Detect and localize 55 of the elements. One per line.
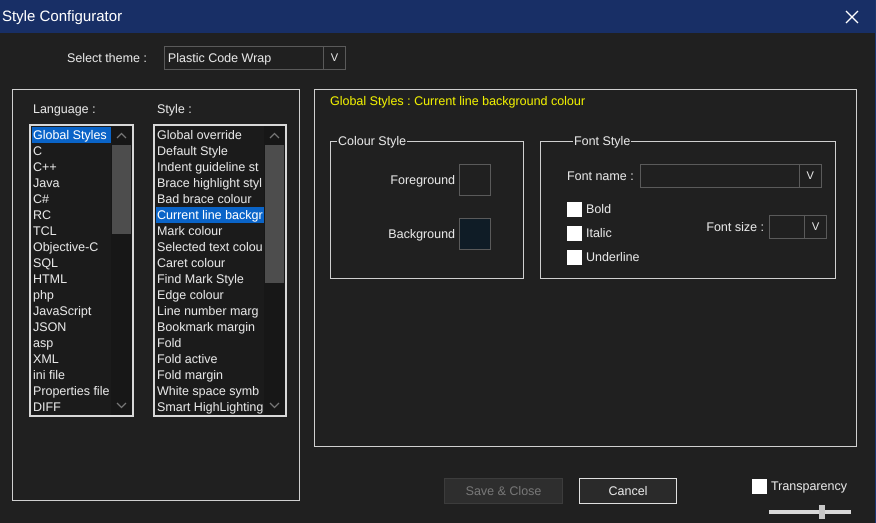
- list-item[interactable]: asp: [32, 335, 111, 351]
- list-item[interactable]: Find Mark Style: [156, 271, 264, 287]
- details-heading: Global Styles : Current line background colour: [330, 94, 585, 108]
- list-item[interactable]: HTML: [32, 271, 111, 287]
- list-item[interactable]: ini file: [32, 367, 111, 383]
- swatch-label: Background: [388, 227, 455, 241]
- list-item[interactable]: JSON: [32, 319, 111, 335]
- list-item[interactable]: php: [32, 287, 111, 303]
- list-label: Language :: [33, 102, 97, 118]
- font-size-dropdown[interactable]: V: [769, 215, 827, 239]
- group-title: Font Style: [573, 134, 632, 148]
- checkbox-label: Transparency: [771, 479, 847, 493]
- list-item[interactable]: Fold margin: [156, 367, 264, 383]
- swatch-label: Foreground: [390, 173, 455, 187]
- list-item[interactable]: RC: [32, 207, 111, 223]
- list-label: Style :: [157, 102, 193, 118]
- list-item[interactable]: Edge colour: [156, 287, 264, 303]
- checkbox-label: Bold: [586, 202, 612, 216]
- list-item[interactable]: Fold active: [156, 351, 264, 367]
- list-item[interactable]: Java: [32, 175, 111, 191]
- font-size-label: Font size :: [706, 220, 764, 234]
- list-item[interactable]: Line number marg: [156, 303, 264, 319]
- list-item[interactable]: TCL: [32, 223, 111, 239]
- list-item[interactable]: Objective-C: [32, 239, 111, 255]
- list-item[interactable]: C#: [32, 191, 111, 207]
- list-item[interactable]: Caret colour: [156, 255, 264, 271]
- list-item[interactable]: Indent guideline st: [156, 159, 264, 175]
- checkbox-label: Italic: [586, 226, 612, 240]
- list-item[interactable]: Brace highlight styl: [156, 175, 264, 191]
- checkbox-label: Underline: [586, 250, 640, 264]
- list-item[interactable]: DIFF: [32, 399, 111, 415]
- list-item[interactable]: JavaScript: [32, 303, 111, 319]
- list-item[interactable]: Current line backgr: [156, 207, 264, 223]
- list-item[interactable]: Fold: [156, 335, 264, 351]
- font-name-dropdown[interactable]: V: [640, 164, 822, 188]
- list-item[interactable]: Global override: [156, 127, 264, 143]
- group-title: Colour Style: [337, 134, 408, 148]
- theme-label: Select theme :: [67, 51, 147, 65]
- list-item[interactable]: Mark colour: [156, 223, 264, 239]
- list-item[interactable]: C++: [32, 159, 111, 175]
- list-item[interactable]: White space symb: [156, 383, 264, 399]
- list-item[interactable]: Bookmark margin: [156, 319, 264, 335]
- list-item[interactable]: Default Style: [156, 143, 264, 159]
- list-item[interactable]: XML: [32, 351, 111, 367]
- list-item[interactable]: Properties file: [32, 383, 111, 399]
- window-title: Style Configurator: [2, 8, 122, 25]
- list-item[interactable]: SQL: [32, 255, 111, 271]
- list-item[interactable]: Selected text colou: [156, 239, 264, 255]
- font-name-label: Font name :: [567, 169, 634, 183]
- list-item[interactable]: C: [32, 143, 111, 159]
- theme-dropdown[interactable]: Plastic Code Wrap V: [164, 46, 346, 70]
- cancel-button[interactable]: Cancel: [579, 478, 677, 504]
- list-item[interactable]: Smart HighLighting: [156, 399, 264, 415]
- list-item[interactable]: Bad brace colour: [156, 191, 264, 207]
- list-item[interactable]: Global Styles: [32, 127, 111, 143]
